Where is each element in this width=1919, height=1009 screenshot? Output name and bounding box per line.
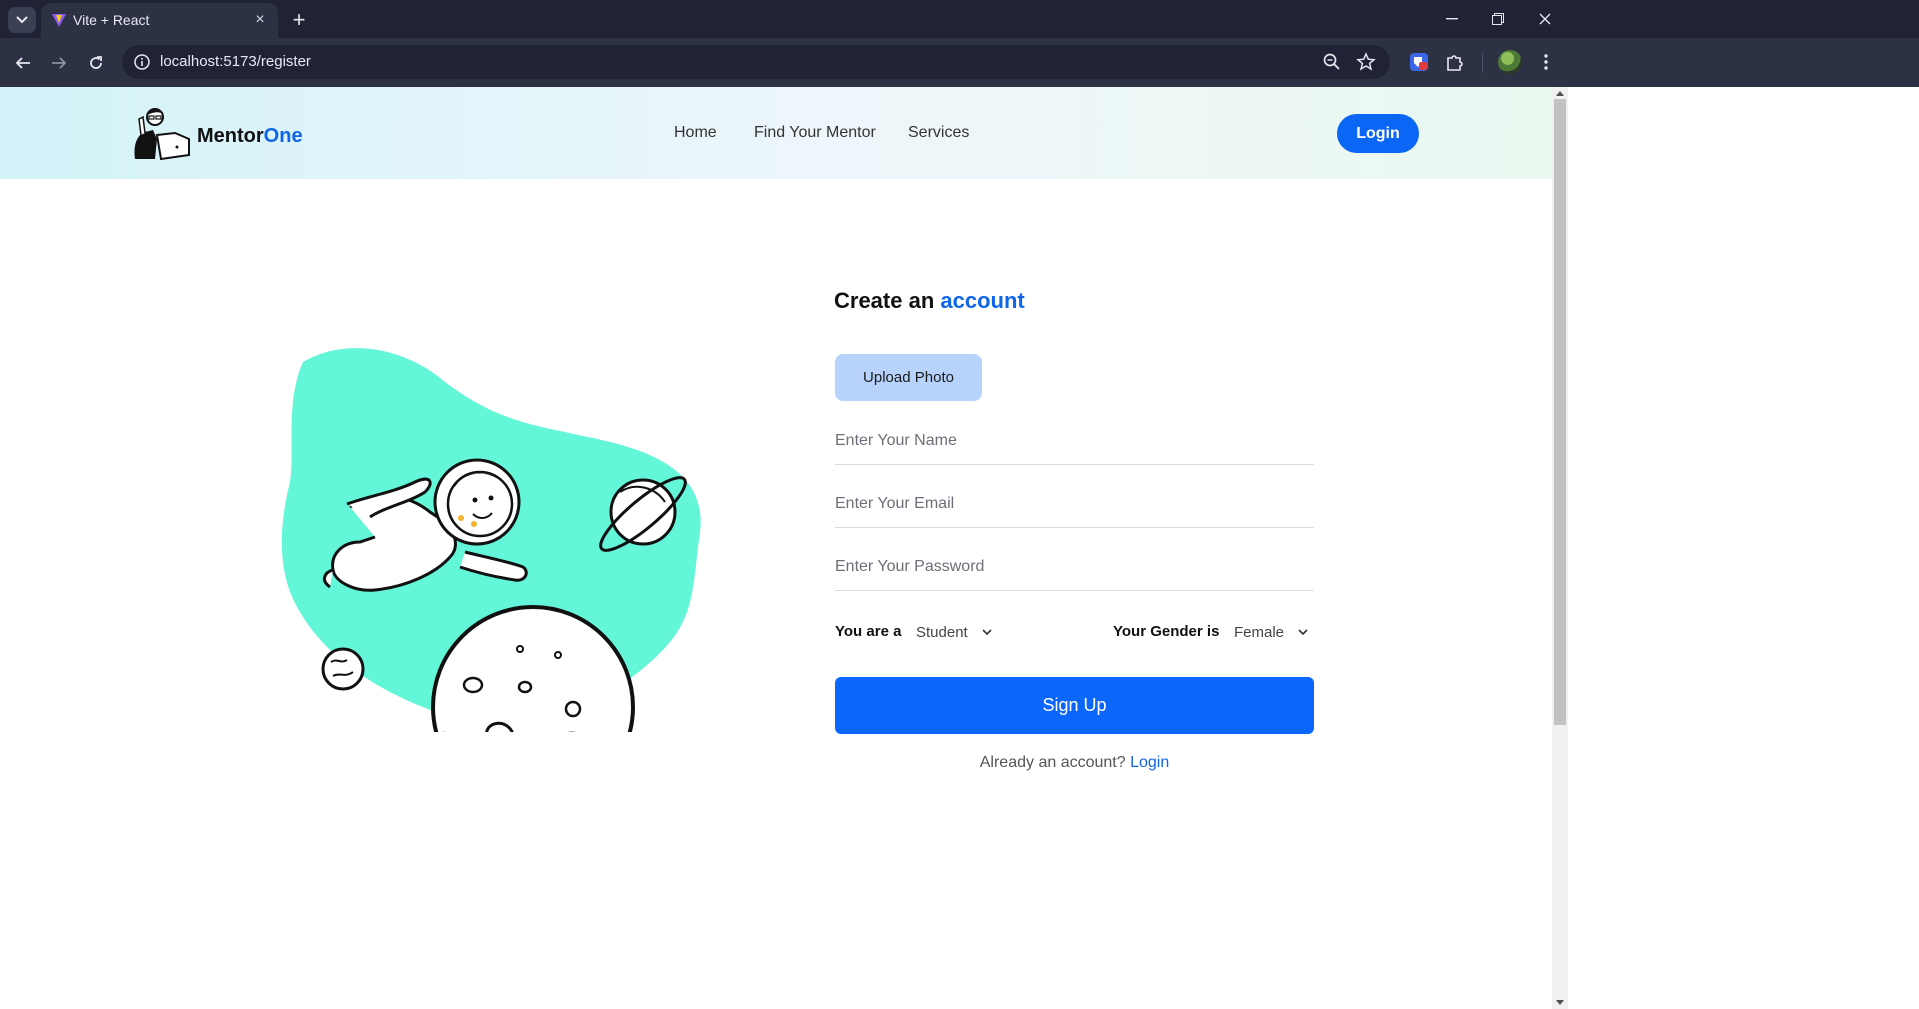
astronaut-space-illustration: [281, 348, 701, 732]
desktop-background: [1568, 87, 1919, 1009]
form-title: Create an account: [834, 288, 1025, 314]
profile-avatar[interactable]: [1498, 50, 1522, 74]
mentor-logo-icon[interactable]: [131, 105, 193, 161]
chevron-down-icon: [16, 16, 28, 24]
extension-shield-icon[interactable]: [1408, 51, 1430, 73]
already-account-text: Already an account? Login: [835, 754, 1314, 772]
window-close-icon[interactable]: [1532, 6, 1558, 32]
tab-title: Vite + React: [73, 12, 150, 28]
form-title-accent: account: [940, 288, 1025, 313]
forward-arrow-icon[interactable]: [46, 50, 72, 76]
browser-tab[interactable]: Vite + React ×: [41, 3, 278, 38]
site-header: MentorOne Home Find Your Mentor Services…: [0, 87, 1552, 179]
restore-icon[interactable]: [1485, 6, 1511, 32]
menu-dots-icon[interactable]: [1535, 51, 1557, 73]
zoom-icon[interactable]: [1322, 52, 1342, 72]
brand-name[interactable]: MentorOne: [197, 125, 303, 148]
page-scrollbar[interactable]: [1552, 87, 1568, 1009]
name-input[interactable]: [835, 417, 1314, 464]
browser-toolbar: localhost:5173/register: [0, 38, 1919, 87]
nav-find-your-mentor[interactable]: Find Your Mentor: [754, 124, 876, 142]
browser-tab-bar: Vite + React × +: [0, 0, 1919, 38]
chevron-down-icon: [1298, 629, 1308, 636]
minimize-icon[interactable]: [1439, 6, 1465, 32]
form-title-prefix: Create an: [834, 288, 935, 313]
role-label: You are a: [835, 623, 902, 640]
reload-icon[interactable]: [83, 50, 109, 76]
email-input[interactable]: [835, 480, 1314, 527]
header-login-button[interactable]: Login: [1337, 114, 1419, 153]
star-icon[interactable]: [1356, 52, 1376, 72]
brand-accent: One: [263, 125, 303, 147]
brand-primary: Mentor: [197, 125, 264, 147]
back-arrow-icon[interactable]: [10, 50, 36, 76]
role-value: Student: [916, 623, 968, 641]
email-field: [835, 480, 1314, 528]
sign-up-button[interactable]: Sign Up: [835, 677, 1314, 734]
password-field: [835, 543, 1314, 591]
scroll-up-arrow-icon[interactable]: [1555, 89, 1565, 97]
close-icon[interactable]: ×: [250, 10, 270, 30]
password-input[interactable]: [835, 543, 1314, 590]
gender-select[interactable]: Female: [1234, 621, 1308, 643]
nav-services[interactable]: Services: [908, 124, 969, 142]
already-account-label: Already an account?: [979, 754, 1126, 771]
plus-icon[interactable]: +: [286, 7, 312, 33]
gender-value: Female: [1234, 623, 1285, 641]
puzzle-icon[interactable]: [1444, 51, 1466, 73]
site-info-icon[interactable]: [132, 52, 152, 72]
nav-home[interactable]: Home: [674, 124, 717, 142]
page-viewport: MentorOne Home Find Your Mentor Services…: [0, 87, 1552, 1009]
name-field: [835, 417, 1314, 465]
tab-search-button[interactable]: [8, 7, 36, 33]
chevron-down-icon: [982, 629, 992, 636]
gender-label: Your Gender is: [1113, 623, 1220, 640]
upload-photo-button[interactable]: Upload Photo: [835, 354, 982, 401]
role-select[interactable]: Student: [916, 621, 992, 643]
url-text[interactable]: localhost:5173/register: [160, 53, 311, 70]
scroll-thumb[interactable]: [1554, 99, 1566, 725]
login-link[interactable]: Login: [1130, 754, 1169, 771]
scroll-down-arrow-icon[interactable]: [1555, 999, 1565, 1007]
vite-favicon: [52, 14, 66, 27]
toolbar-separator: [1482, 53, 1483, 73]
address-bar[interactable]: localhost:5173/register: [122, 45, 1390, 79]
